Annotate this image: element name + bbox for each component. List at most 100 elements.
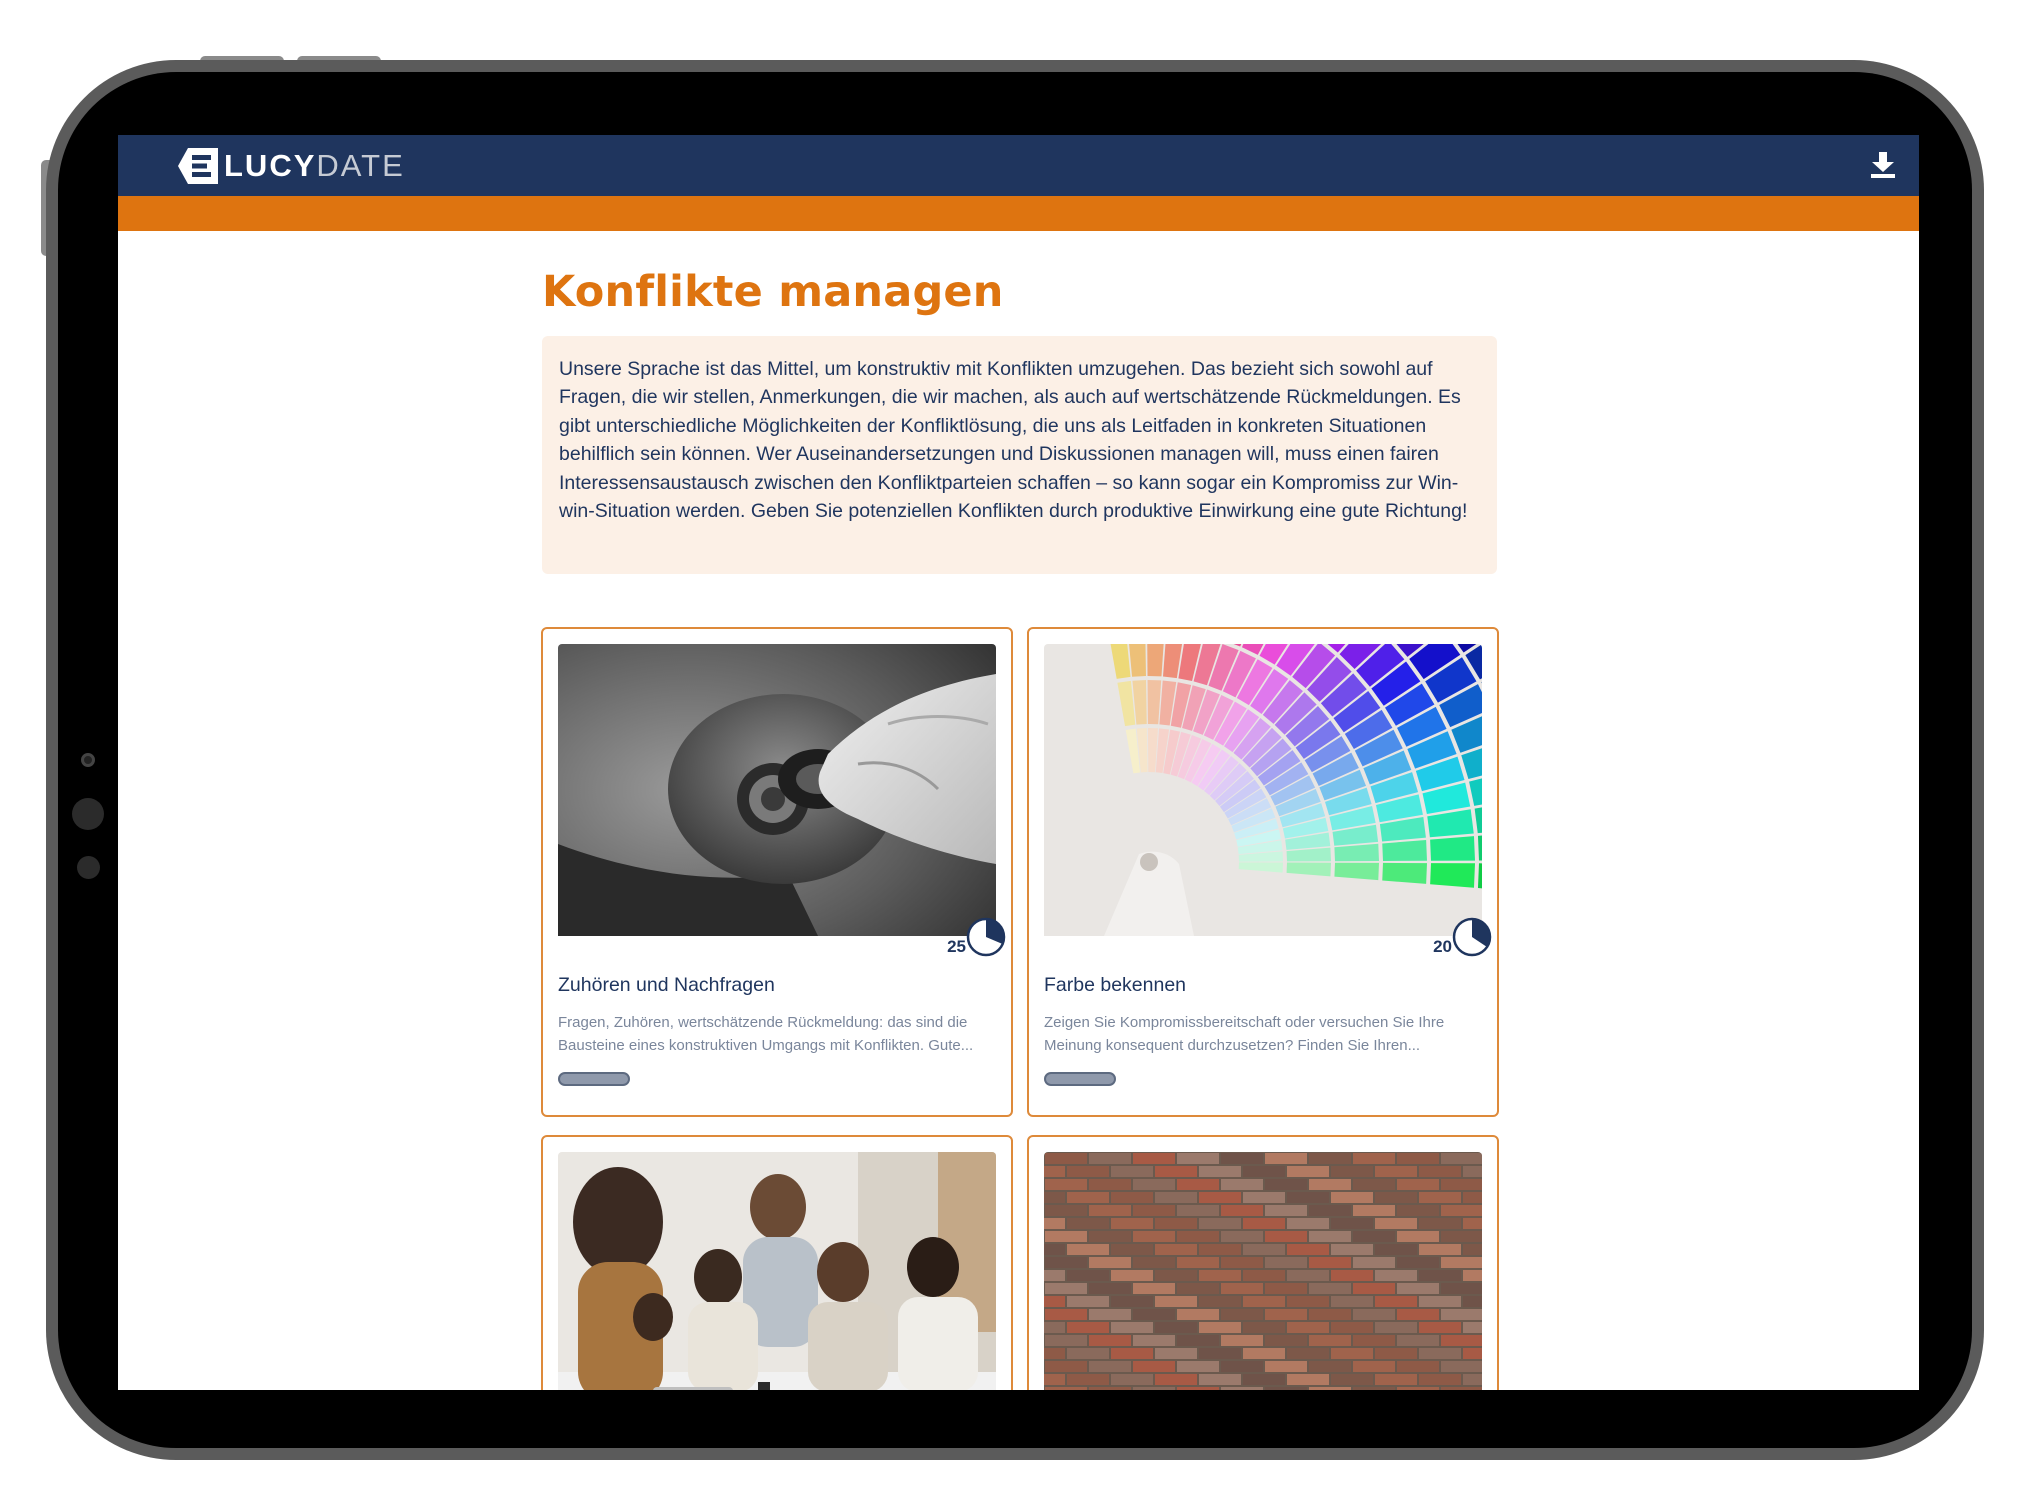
brick xyxy=(1397,1387,1439,1390)
brick xyxy=(1353,1179,1395,1190)
brick xyxy=(1067,1374,1109,1385)
brick xyxy=(1265,1153,1307,1164)
brick xyxy=(1397,1283,1439,1294)
lesson-card[interactable] xyxy=(541,1135,1013,1390)
page-title: Konflikte managen xyxy=(542,267,1004,317)
brick xyxy=(1309,1179,1351,1190)
brick xyxy=(1287,1322,1329,1333)
brick xyxy=(1199,1322,1241,1333)
color-swatch xyxy=(1382,839,1427,861)
brick xyxy=(1089,1283,1131,1294)
brick xyxy=(1463,1322,1482,1333)
brick xyxy=(1199,1244,1241,1255)
brick xyxy=(1111,1218,1153,1229)
brick xyxy=(1463,1244,1482,1255)
sensor-icon xyxy=(72,798,104,830)
brick xyxy=(1265,1283,1307,1294)
card-image-key-ignition xyxy=(558,644,996,936)
brick xyxy=(1375,1166,1417,1177)
sensor-icon xyxy=(77,856,100,879)
brick xyxy=(1287,1296,1329,1307)
brick xyxy=(1309,1153,1351,1164)
lesson-card[interactable] xyxy=(1027,1135,1499,1390)
app-logo[interactable]: LUCYDATE xyxy=(178,146,405,186)
brick xyxy=(1441,1257,1482,1268)
brick xyxy=(1067,1348,1109,1359)
brick xyxy=(1265,1231,1307,1242)
brick xyxy=(1397,1361,1439,1372)
brick xyxy=(1177,1309,1219,1320)
brick xyxy=(1177,1257,1219,1268)
brick xyxy=(1309,1283,1351,1294)
brick xyxy=(1045,1231,1087,1242)
brick xyxy=(1089,1231,1131,1242)
brick xyxy=(1419,1192,1461,1203)
brick xyxy=(1441,1179,1482,1190)
brick xyxy=(1265,1387,1307,1390)
brick xyxy=(1155,1192,1197,1203)
brick xyxy=(1353,1257,1395,1268)
brick xyxy=(1221,1231,1263,1242)
card-title: Zuhören und Nachfragen xyxy=(558,974,775,996)
brick xyxy=(1067,1296,1109,1307)
brick xyxy=(1155,1322,1197,1333)
brick xyxy=(1067,1270,1109,1281)
brick xyxy=(1133,1309,1175,1320)
brick xyxy=(1441,1387,1482,1390)
brick xyxy=(1463,1192,1482,1203)
brick xyxy=(1397,1231,1439,1242)
brick xyxy=(1221,1179,1263,1190)
brick xyxy=(1111,1296,1153,1307)
brick xyxy=(1353,1361,1395,1372)
color-swatch xyxy=(1430,863,1475,888)
app-screen: LUCYDATE Konflikte managen Unsere Sprach… xyxy=(118,135,1919,1390)
brick xyxy=(1331,1192,1373,1203)
brick xyxy=(1375,1192,1417,1203)
brick xyxy=(1419,1270,1461,1281)
brick xyxy=(1067,1166,1109,1177)
accent-bar xyxy=(118,196,1919,231)
brick xyxy=(1133,1153,1175,1164)
brick xyxy=(1221,1205,1263,1216)
brick xyxy=(1067,1244,1109,1255)
color-swatch xyxy=(1430,836,1475,861)
brick xyxy=(1397,1205,1439,1216)
brick xyxy=(1309,1387,1351,1390)
brick xyxy=(1243,1218,1285,1229)
card-image-arguing-meeting xyxy=(558,1152,996,1390)
brick xyxy=(1353,1231,1395,1242)
top-navbar: LUCYDATE xyxy=(118,135,1919,196)
brick xyxy=(1441,1309,1482,1320)
brick xyxy=(1375,1348,1417,1359)
brick xyxy=(1177,1231,1219,1242)
duration-minutes: 25 xyxy=(947,937,966,956)
brick xyxy=(1353,1153,1395,1164)
brick xyxy=(1287,1218,1329,1229)
download-icon[interactable] xyxy=(1870,151,1896,179)
brick xyxy=(1044,1348,1065,1359)
lesson-card[interactable]: 20 Farbe bekennen Zeigen Sie Kompromissb… xyxy=(1027,627,1499,1117)
brick xyxy=(1353,1309,1395,1320)
brick xyxy=(1089,1309,1131,1320)
brick xyxy=(1155,1374,1197,1385)
brick xyxy=(1089,1387,1131,1390)
brick xyxy=(1221,1309,1263,1320)
progress-bar xyxy=(1044,1072,1116,1086)
brick xyxy=(1441,1335,1482,1346)
brick xyxy=(1309,1309,1351,1320)
brick xyxy=(1133,1387,1175,1390)
duration-badge: 25 xyxy=(926,917,1006,961)
brick xyxy=(1353,1387,1395,1390)
brick xyxy=(1045,1283,1087,1294)
brick xyxy=(1419,1374,1461,1385)
brick xyxy=(1419,1348,1461,1359)
brick xyxy=(1045,1335,1087,1346)
brick xyxy=(1044,1270,1065,1281)
brick xyxy=(1463,1166,1482,1177)
brick xyxy=(1221,1153,1263,1164)
card-title: Farbe bekennen xyxy=(1044,974,1187,996)
brick xyxy=(1199,1192,1241,1203)
brick xyxy=(1331,1244,1373,1255)
brick xyxy=(1375,1244,1417,1255)
lesson-card[interactable]: 25 Zuhören und Nachfragen Fragen, Zuhöre… xyxy=(541,627,1013,1117)
